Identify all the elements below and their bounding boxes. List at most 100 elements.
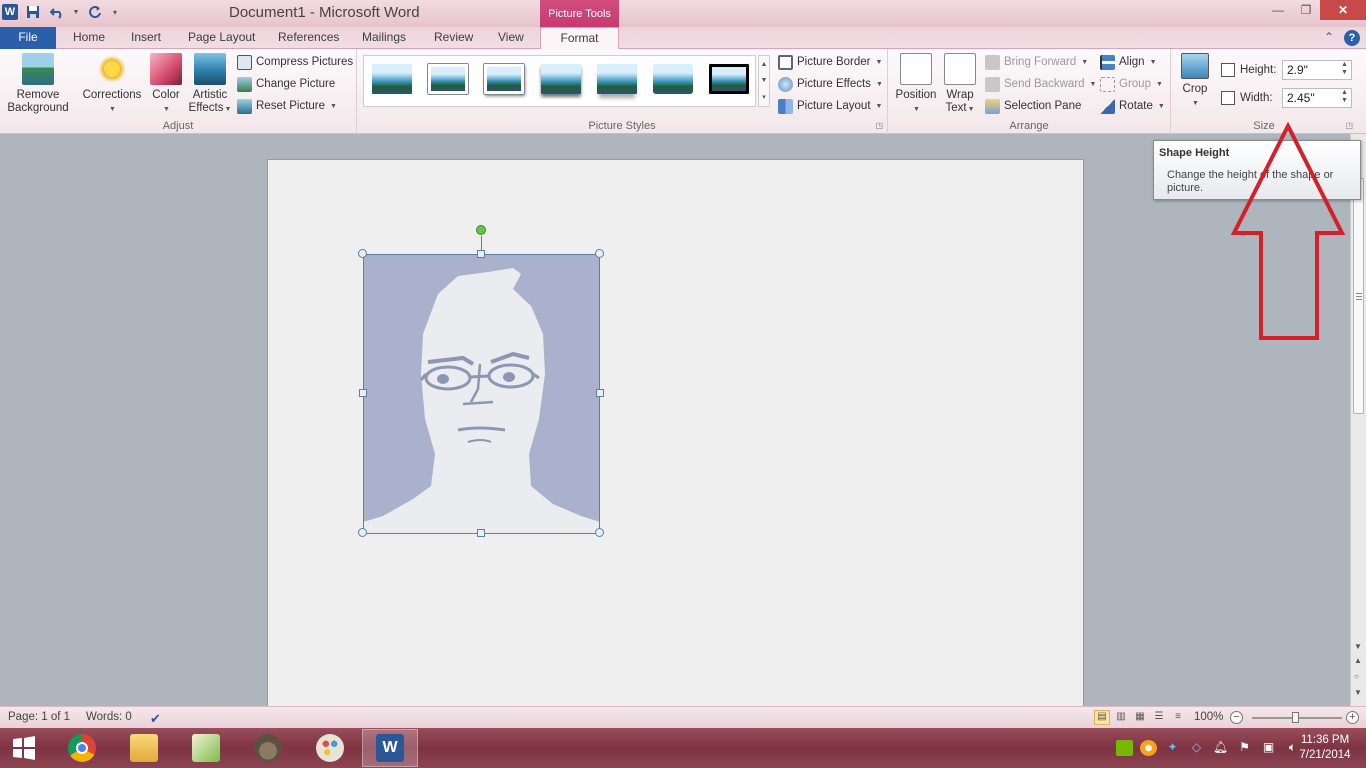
wrap-text-button[interactable]: Wrap Text▼	[942, 53, 978, 116]
picture-effects-icon	[778, 76, 793, 92]
tab-mailings[interactable]: Mailings	[362, 27, 406, 49]
picture-styles-launcher-icon[interactable]: ◳	[875, 121, 883, 130]
picture-style-1[interactable]	[372, 64, 412, 94]
resize-handle-bottom-right[interactable]	[595, 528, 604, 537]
picture-style-7[interactable]	[708, 63, 750, 95]
web-layout-icon[interactable]: ▦	[1132, 710, 1148, 725]
nvidia-icon[interactable]	[1116, 740, 1133, 756]
minimize-ribbon-icon[interactable]: ⌃	[1324, 30, 1334, 46]
tab-file[interactable]: File	[0, 27, 56, 49]
proofing-icon[interactable]: ✔	[150, 711, 161, 727]
bring-forward-button[interactable]: Bring Forward ▼	[985, 53, 1088, 71]
file-explorer-taskbar-button[interactable]	[116, 729, 172, 767]
align-button[interactable]: Align ▼	[1100, 53, 1157, 71]
undo-icon[interactable]	[48, 3, 66, 21]
full-screen-reading-icon[interactable]: ▥	[1113, 710, 1129, 725]
outline-icon[interactable]: ☰	[1151, 710, 1167, 725]
network-status-icon[interactable]: ◇	[1188, 740, 1205, 756]
resize-handle-top[interactable]	[477, 250, 485, 258]
tab-format[interactable]: Format	[540, 27, 619, 50]
group-button[interactable]: Group ▼	[1100, 75, 1163, 93]
browse-object-icon[interactable]: ○	[1354, 672, 1359, 681]
word-count[interactable]: Words: 0	[86, 711, 132, 723]
chrome-icon	[68, 734, 96, 762]
vertical-scroll-thumb[interactable]	[1353, 178, 1364, 414]
scroll-down-icon[interactable]: ▼	[1354, 642, 1362, 651]
selection-pane-button[interactable]: Selection Pane	[985, 97, 1081, 115]
remove-background-button[interactable]: Remove Background	[4, 53, 72, 115]
picture-style-5[interactable]	[597, 64, 637, 94]
tab-page-layout[interactable]: Page Layout	[188, 27, 255, 49]
paint-taskbar-button[interactable]	[302, 729, 358, 767]
send-backward-button[interactable]: Send Backward ▼	[985, 75, 1096, 93]
page-count[interactable]: Page: 1 of 1	[8, 711, 70, 723]
tab-references[interactable]: References	[278, 27, 339, 49]
redo-icon[interactable]	[86, 3, 104, 21]
avg-icon[interactable]	[1140, 740, 1157, 756]
width-spinner[interactable]: ▲ ▼	[1341, 89, 1348, 105]
clock-time: 11:36 PM	[1300, 734, 1350, 746]
picture-effects-button[interactable]: Picture Effects ▼	[778, 75, 883, 93]
gimp-taskbar-button[interactable]	[240, 729, 296, 767]
save-icon[interactable]	[24, 3, 42, 21]
reset-picture-button[interactable]: Reset Picture ▼	[237, 97, 337, 115]
position-button[interactable]: Position ▼	[894, 53, 938, 116]
width-label: Width:	[1240, 92, 1273, 104]
next-page-icon[interactable]: ▼	[1354, 688, 1362, 697]
picture-style-4[interactable]	[541, 64, 581, 94]
resize-handle-top-right[interactable]	[595, 249, 604, 258]
artistic-effects-button[interactable]: Artistic Effects▼	[188, 53, 232, 116]
print-layout-icon[interactable]: ▤	[1094, 710, 1110, 725]
bring-forward-icon	[985, 54, 1000, 70]
picture-style-6[interactable]	[653, 64, 693, 94]
chrome-taskbar-button[interactable]	[54, 729, 110, 767]
tab-review[interactable]: Review	[434, 27, 473, 49]
tab-view[interactable]: View	[498, 27, 524, 49]
help-icon[interactable]: ?	[1344, 30, 1360, 46]
dropbox-icon[interactable]: ✦	[1164, 740, 1181, 756]
notepad-taskbar-button[interactable]	[178, 729, 234, 767]
word-taskbar-button[interactable]: W	[362, 729, 418, 767]
change-picture-button[interactable]: Change Picture	[237, 75, 335, 93]
start-button[interactable]	[0, 729, 48, 767]
notifications-icon[interactable]: 🔔︎	[1212, 740, 1229, 756]
gallery-down-icon[interactable]: ▼	[761, 77, 768, 84]
tab-home[interactable]: Home	[73, 27, 105, 49]
zoom-level[interactable]: 100%	[1194, 711, 1223, 723]
customize-qat-icon[interactable]: ▾	[110, 3, 120, 21]
size-launcher-icon[interactable]: ◳	[1345, 121, 1353, 130]
zoom-out-icon[interactable]: −	[1230, 711, 1243, 724]
minimize-icon[interactable]: —	[1264, 0, 1292, 20]
compress-pictures-button[interactable]: Compress Pictures	[237, 53, 353, 71]
resize-handle-top-left[interactable]	[358, 249, 367, 258]
color-button[interactable]: Color ▼	[148, 53, 184, 116]
rotation-handle[interactable]	[476, 225, 486, 235]
resize-handle-right[interactable]	[596, 389, 604, 397]
gallery-more-icon[interactable]: ▾	[762, 93, 766, 101]
system-clock[interactable]: 11:36 PM 7/21/2014	[1290, 733, 1360, 763]
restore-icon[interactable]: ❐	[1292, 0, 1320, 20]
undo-dropdown-icon[interactable]: ▼	[72, 3, 80, 21]
draft-icon[interactable]: ≡	[1170, 710, 1186, 725]
resize-handle-left[interactable]	[359, 389, 367, 397]
resize-handle-bottom-left[interactable]	[358, 528, 367, 537]
action-center-flag-icon[interactable]: ⚑	[1236, 740, 1253, 756]
zoom-in-icon[interactable]: +	[1346, 711, 1359, 724]
crop-button[interactable]: Crop ▼	[1177, 53, 1213, 110]
picture-layout-button[interactable]: Picture Layout ▼	[778, 97, 882, 115]
word-app-icon[interactable]: W	[2, 4, 18, 20]
previous-page-icon[interactable]: ▲	[1354, 656, 1362, 665]
resize-handle-bottom[interactable]	[477, 529, 485, 537]
vertical-scrollbar[interactable]: ▼ ▲ ○ ▼	[1350, 134, 1366, 706]
picture-style-2[interactable]	[428, 64, 468, 94]
tab-insert[interactable]: Insert	[131, 27, 161, 49]
gallery-up-icon[interactable]: ▲	[761, 61, 768, 68]
picture-style-3[interactable]	[484, 64, 524, 94]
display-icon[interactable]: ▣	[1260, 740, 1277, 756]
rotate-button[interactable]: Rotate ▼	[1100, 97, 1165, 115]
picture-border-button[interactable]: Picture Border ▼	[778, 53, 882, 71]
zoom-slider-thumb[interactable]	[1292, 712, 1299, 723]
height-spinner[interactable]: ▲ ▼	[1341, 61, 1348, 77]
close-icon[interactable]: ✕	[1320, 0, 1366, 20]
corrections-button[interactable]: Corrections ▼	[80, 53, 144, 116]
